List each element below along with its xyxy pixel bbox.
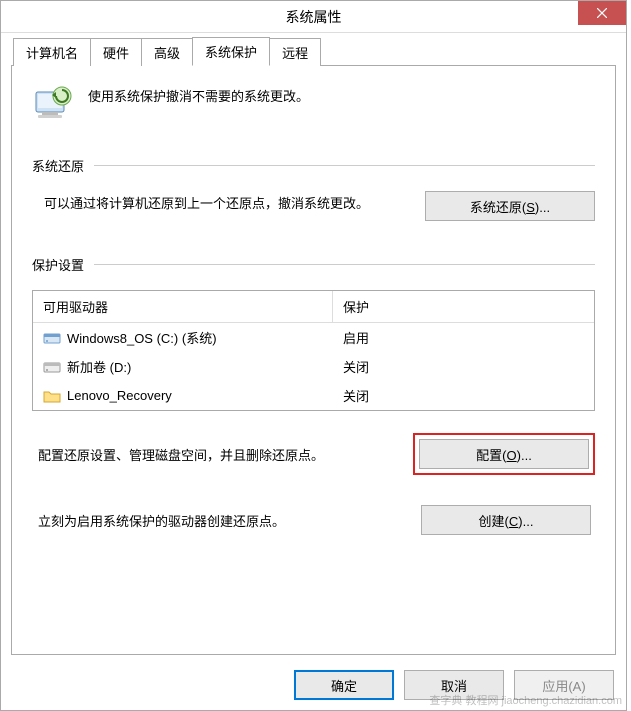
- configure-button[interactable]: 配置(O)...: [419, 439, 589, 469]
- divider: [94, 165, 595, 166]
- tab-hardware[interactable]: 硬件: [90, 38, 142, 66]
- drive-status: 关闭: [333, 384, 594, 407]
- configure-button-label: 配置(O)...: [476, 445, 532, 464]
- drive-name: Lenovo_Recovery: [67, 388, 172, 403]
- drive-status: 启用: [333, 326, 594, 349]
- drive-row[interactable]: 新加卷 (D:) 关闭: [33, 352, 594, 381]
- tab-remote[interactable]: 远程: [269, 38, 321, 66]
- protection-settings-group-title: 保护设置: [32, 255, 84, 274]
- configure-text: 配置还原设置、管理磁盘空间，并且删除还原点。: [38, 445, 393, 464]
- system-restore-group-header: 系统还原: [32, 156, 595, 175]
- dialog-body: 计算机名 硬件 高级 系统保护 远程: [1, 33, 626, 665]
- drive-icon: [43, 358, 61, 376]
- drives-header: 可用驱动器 保护: [33, 291, 594, 323]
- folder-icon: [43, 387, 61, 405]
- create-row: 立刻为启用系统保护的驱动器创建还原点。 创建(C)...: [38, 505, 595, 535]
- tab-computer-name[interactable]: 计算机名: [13, 38, 91, 66]
- system-restore-button-label: 系统还原(S)...: [470, 197, 550, 216]
- configure-row: 配置还原设置、管理磁盘空间，并且删除还原点。 配置(O)...: [38, 433, 595, 475]
- window-title: 系统属性: [286, 7, 342, 27]
- system-restore-text: 可以通过将计算机还原到上一个还原点，撤消系统更改。: [44, 191, 405, 215]
- divider: [94, 264, 595, 265]
- system-properties-window: 系统属性 计算机名 硬件 高级 系统保护 远程: [0, 0, 627, 711]
- tab-advanced[interactable]: 高级: [141, 38, 193, 66]
- create-button-label: 创建(C)...: [479, 511, 534, 530]
- drive-name: 新加卷 (D:): [67, 357, 131, 376]
- drive-row[interactable]: Lenovo_Recovery 关闭: [33, 381, 594, 410]
- create-button[interactable]: 创建(C)...: [421, 505, 591, 535]
- close-button[interactable]: [578, 1, 626, 25]
- col-header-protection[interactable]: 保护: [333, 291, 594, 322]
- system-restore-group-title: 系统还原: [32, 156, 84, 175]
- create-text: 立刻为启用系统保护的驱动器创建还原点。: [38, 511, 401, 530]
- system-restore-button[interactable]: 系统还原(S)...: [425, 191, 595, 221]
- system-restore-row: 可以通过将计算机还原到上一个还原点，撤消系统更改。 系统还原(S)...: [44, 191, 595, 221]
- system-protection-icon: [32, 84, 74, 126]
- system-drive-icon: [43, 329, 61, 347]
- tabstrip: 计算机名 硬件 高级 系统保护 远程: [13, 36, 616, 65]
- intro-text: 使用系统保护撤消不需要的系统更改。: [88, 84, 309, 105]
- intro-row: 使用系统保护撤消不需要的系统更改。: [32, 84, 595, 126]
- close-icon: [597, 8, 607, 18]
- apply-button: 应用(A): [514, 670, 614, 700]
- tab-panel-system-protection: 使用系统保护撤消不需要的系统更改。 系统还原 可以通过将计算机还原到上一个还原点…: [11, 65, 616, 655]
- configure-highlight: 配置(O)...: [413, 433, 595, 475]
- cancel-button[interactable]: 取消: [404, 670, 504, 700]
- tab-system-protection[interactable]: 系统保护: [192, 37, 270, 66]
- drive-name: Windows8_OS (C:) (系统): [67, 328, 217, 347]
- titlebar[interactable]: 系统属性: [1, 1, 626, 33]
- drive-status: 关闭: [333, 355, 594, 378]
- drive-row[interactable]: Windows8_OS (C:) (系统) 启用: [33, 323, 594, 352]
- protection-settings-group-header: 保护设置: [32, 255, 595, 274]
- dialog-footer: 确定 取消 应用(A): [294, 670, 614, 700]
- ok-button[interactable]: 确定: [294, 670, 394, 700]
- drives-list[interactable]: 可用驱动器 保护 Windows8_OS (C:) (系统) 启用: [32, 290, 595, 411]
- col-header-drive[interactable]: 可用驱动器: [33, 291, 333, 322]
